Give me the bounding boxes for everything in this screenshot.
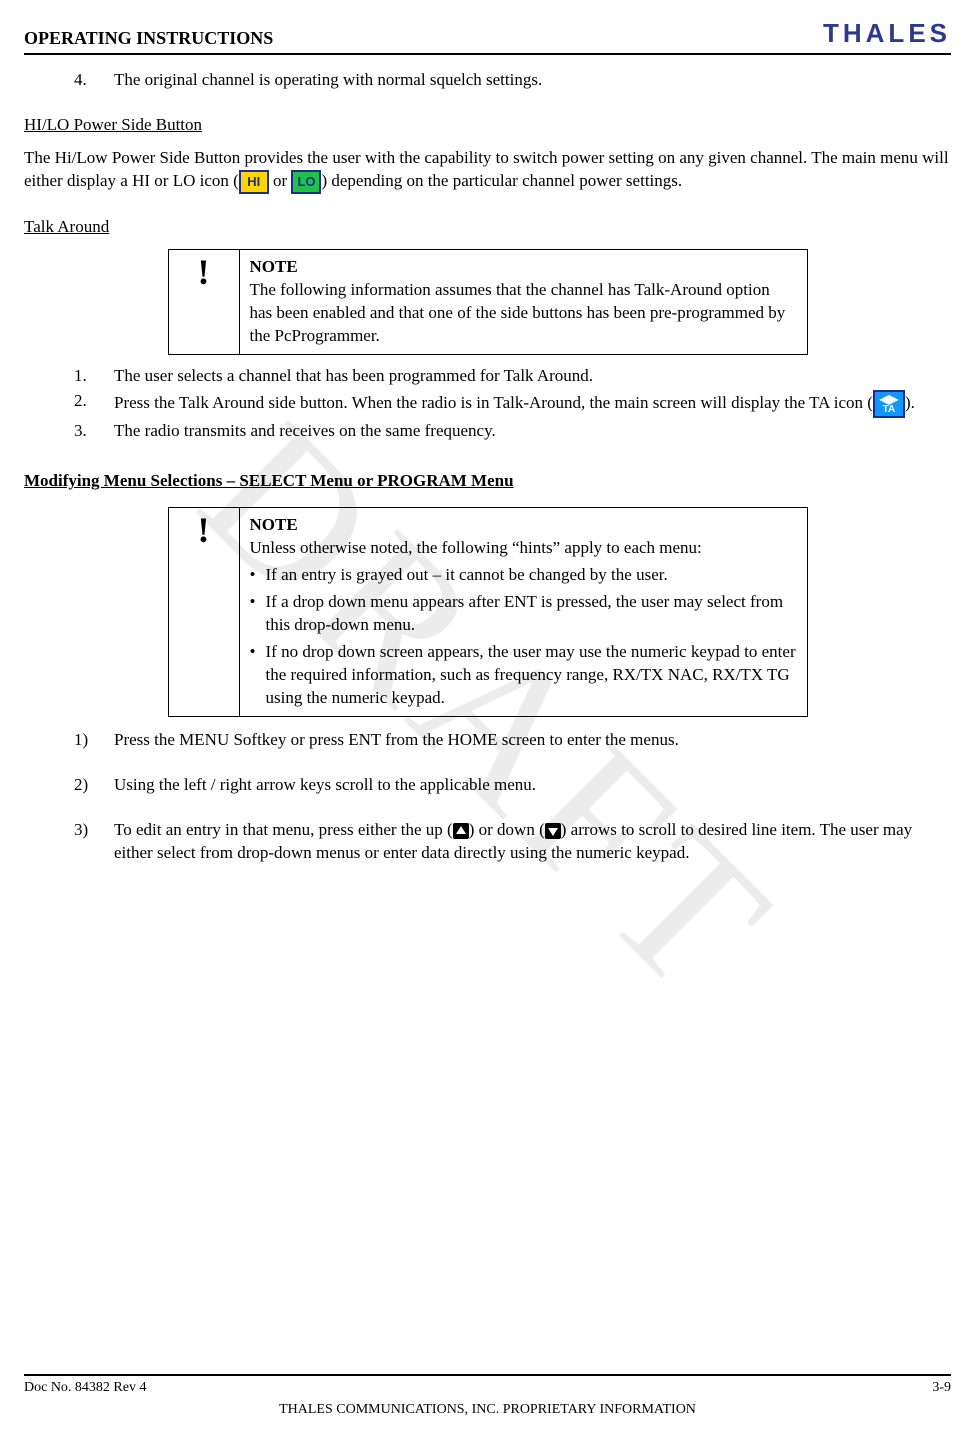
list-text: The radio transmits and receives on the …: [114, 420, 496, 443]
list-text: Using the left / right arrow keys scroll…: [114, 774, 536, 797]
text: If an entry is grayed out – it cannot be…: [266, 564, 668, 587]
list-text: The user selects a channel that has been…: [114, 365, 593, 388]
list-number: 3.: [74, 420, 96, 443]
list-number: 2): [74, 774, 96, 797]
hi-power-icon: HI: [239, 170, 269, 194]
ta-icon-label: TA: [883, 405, 896, 415]
section-title: OPERATING INSTRUCTIONS: [24, 28, 273, 49]
note-content: NOTE Unless otherwise noted, the followi…: [239, 508, 807, 717]
text: ) depending on the particular channel po…: [321, 171, 682, 190]
text: If no drop down screen appears, the user…: [266, 641, 797, 710]
note-bullet: •If an entry is grayed out – it cannot b…: [250, 564, 797, 587]
list-number: 1.: [74, 365, 96, 388]
list-item: 1) Press the MENU Softkey or press ENT f…: [74, 729, 951, 752]
text: ) or down (: [469, 820, 545, 839]
text: ).: [905, 392, 915, 411]
list-text: Press the Talk Around side button. When …: [114, 390, 915, 418]
list-text: The original channel is operating with n…: [114, 69, 542, 92]
text: To edit an entry in that menu, press eit…: [114, 820, 453, 839]
list-text: To edit an entry in that menu, press eit…: [114, 819, 951, 865]
note-title: NOTE: [250, 256, 797, 279]
note-bullet: •If a drop down menu appears after ENT i…: [250, 591, 797, 637]
subheading-talkaround: Talk Around: [24, 216, 951, 239]
list-item: 2) Using the left / right arrow keys scr…: [74, 774, 951, 797]
brand-logo: THALES: [823, 18, 951, 49]
list-item: 3. The radio transmits and receives on t…: [74, 420, 951, 443]
down-arrow-icon: [545, 823, 561, 839]
list-item: 2. Press the Talk Around side button. Wh…: [74, 390, 951, 418]
page-number: 3-9: [932, 1380, 951, 1396]
note-icon: !: [168, 508, 239, 717]
subheading-hilo: HI/LO Power Side Button: [24, 114, 951, 137]
page-header: OPERATING INSTRUCTIONS THALES: [24, 18, 951, 55]
list-number: 3): [74, 819, 96, 865]
note-bullet: •If no drop down screen appears, the use…: [250, 641, 797, 710]
text: or: [269, 171, 292, 190]
note-icon: !: [168, 249, 239, 354]
note-box: ! NOTE Unless otherwise noted, the follo…: [168, 507, 808, 717]
paragraph: The Hi/Low Power Side Button provides th…: [24, 147, 951, 194]
page-footer: Doc No. 84382 Rev 4 3-9 THALES COMMUNICA…: [24, 1374, 951, 1418]
note-title: NOTE: [250, 514, 797, 537]
note-intro: Unless otherwise noted, the following “h…: [250, 537, 797, 560]
note-content: NOTE The following information assumes t…: [239, 249, 807, 354]
up-arrow-icon: [453, 823, 469, 839]
proprietary-notice: THALES COMMUNICATIONS, INC. PROPRIETARY …: [24, 1402, 951, 1418]
list-number: 2.: [74, 390, 96, 413]
text: Press the Talk Around side button. When …: [114, 392, 873, 411]
list-number: 1): [74, 729, 96, 752]
list-item: 1. The user selects a channel that has b…: [74, 365, 951, 388]
doc-number: Doc No. 84382 Rev 4: [24, 1380, 147, 1396]
list-item: 3) To edit an entry in that menu, press …: [74, 819, 951, 865]
text: If a drop down menu appears after ENT is…: [266, 591, 797, 637]
list-text: Press the MENU Softkey or press ENT from…: [114, 729, 679, 752]
note-body: The following information assumes that t…: [250, 279, 797, 348]
note-box: ! NOTE The following information assumes…: [168, 249, 808, 355]
list-item: 4. The original channel is operating wit…: [74, 69, 951, 92]
list-number: 4.: [74, 69, 96, 92]
subheading-modify: Modifying Menu Selections – SELECT Menu …: [24, 470, 951, 493]
lo-power-icon: LO: [291, 170, 321, 194]
ta-icon: ◀▶TA: [873, 390, 905, 418]
